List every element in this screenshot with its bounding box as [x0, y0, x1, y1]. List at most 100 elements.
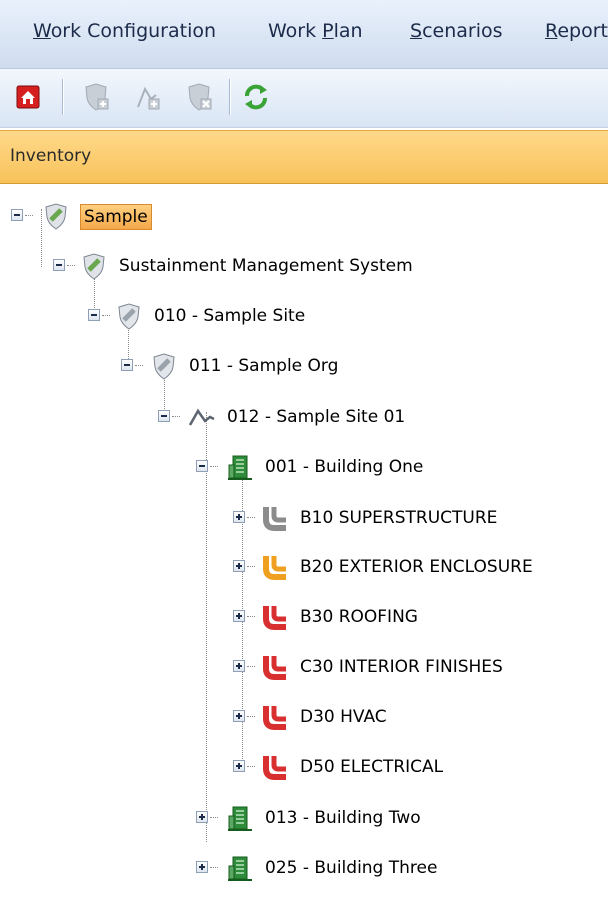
tree-node-012[interactable]: 012 - Sample Site 01	[0, 397, 608, 437]
flag-icon	[188, 408, 215, 426]
collapse-toggle[interactable]	[88, 309, 100, 321]
menu-label-part: lan	[333, 20, 363, 42]
tree-connector	[210, 466, 218, 467]
expand-toggle[interactable]	[233, 610, 245, 622]
tree-node-025[interactable]: 025 - Building Three	[0, 848, 608, 888]
expand-toggle[interactable]	[233, 511, 245, 523]
shield-add-icon	[85, 83, 109, 111]
refresh-icon	[245, 84, 267, 110]
tree-node-label: 012 - Sample Site 01	[227, 407, 406, 427]
tree-node-sample[interactable]: Sample	[0, 196, 608, 236]
tree-connector	[210, 867, 218, 868]
collapse-toggle[interactable]	[121, 359, 133, 371]
tree-node-c30[interactable]: C30 INTERIOR FINISHES	[0, 647, 608, 687]
tree-connector	[247, 766, 255, 767]
panel-title: Inventory	[10, 146, 92, 166]
tree-node-001[interactable]: 001 - Building One	[0, 447, 608, 487]
tree-node-label: Sustainment Management System	[119, 256, 413, 276]
refresh-button[interactable]	[240, 81, 272, 113]
collapse-toggle[interactable]	[11, 209, 23, 221]
menu-scenarios[interactable]: Scenarios	[410, 20, 503, 42]
expand-toggle[interactable]	[233, 710, 245, 722]
tree-node-label: B10 SUPERSTRUCTURE	[300, 508, 498, 528]
expand-toggle[interactable]	[196, 811, 208, 823]
inventory-panel-header: Inventory	[0, 130, 608, 184]
shield-gray-icon	[153, 353, 175, 380]
menu-bar: Work Configuration Work Plan Scenarios R…	[0, 0, 608, 69]
tree-node-d50[interactable]: D50 ELECTRICAL	[0, 747, 608, 787]
tree-node-label: D30 HVAC	[300, 707, 387, 727]
shield-gray-icon	[118, 303, 140, 330]
toolbar-separator	[229, 79, 230, 115]
menu-label-part: cenarios	[422, 20, 503, 42]
tree-node-label: B20 EXTERIOR ENCLOSURE	[300, 557, 533, 577]
menu-accelerator: W	[33, 20, 51, 42]
tree-node-011[interactable]: 011 - Sample Org	[0, 346, 608, 386]
tree-node-label: C30 INTERIOR FINISHES	[300, 657, 503, 677]
pipe-red-icon	[263, 706, 286, 730]
shield-icon	[45, 203, 67, 230]
collapse-toggle[interactable]	[158, 410, 170, 422]
menu-reports[interactable]: Report	[545, 20, 608, 42]
shield-delete-icon	[188, 83, 212, 111]
menu-work-plan[interactable]: Work Plan	[268, 20, 363, 42]
menu-work-configuration[interactable]: Work Configuration	[33, 20, 216, 42]
tree-node-label: 013 - Building Two	[265, 808, 421, 828]
tree-node-013[interactable]: 013 - Building Two	[0, 798, 608, 838]
tree-connector	[172, 416, 180, 417]
add-site-button[interactable]	[132, 81, 164, 113]
tree-node-label: Sample	[80, 204, 152, 230]
add-shield-button[interactable]	[80, 81, 112, 113]
expand-toggle[interactable]	[233, 760, 245, 772]
tree-connector	[102, 315, 110, 316]
tree-node-b30[interactable]: B30 ROOFING	[0, 597, 608, 637]
tree-node-010[interactable]: 010 - Sample Site	[0, 296, 608, 336]
tree-node-b20[interactable]: B20 EXTERIOR ENCLOSURE	[0, 547, 608, 587]
home-icon	[16, 85, 40, 109]
menu-label-part: eport	[557, 20, 608, 42]
inventory-tree: Sample Sustainment Management System 010…	[0, 184, 608, 901]
building-icon	[228, 455, 252, 480]
tree-connector	[247, 666, 255, 667]
tree-node-label: 010 - Sample Site	[154, 306, 306, 326]
pipe-orange-icon	[263, 556, 286, 580]
delete-shield-button[interactable]	[183, 81, 215, 113]
tree-connector	[247, 517, 255, 518]
tree-node-label: 001 - Building One	[265, 457, 424, 477]
pipe-gray-icon	[263, 507, 286, 531]
expand-toggle[interactable]	[196, 861, 208, 873]
collapse-toggle[interactable]	[196, 460, 208, 472]
tree-connector	[247, 566, 255, 567]
tree-node-label: 025 - Building Three	[265, 858, 438, 878]
tree-connector	[210, 817, 218, 818]
tree-node-sms[interactable]: Sustainment Management System	[0, 246, 608, 286]
menu-accelerator: P	[322, 20, 334, 42]
tree-node-d30[interactable]: D30 HVAC	[0, 697, 608, 737]
tree-node-label: 011 - Sample Org	[189, 356, 339, 376]
toolbar-separator	[62, 79, 63, 115]
tree-connector	[25, 215, 33, 216]
shield-icon	[83, 253, 105, 280]
collapse-toggle[interactable]	[53, 259, 65, 271]
tree-connector	[135, 365, 143, 366]
menu-label-part: Work	[268, 20, 323, 42]
menu-accelerator: R	[545, 20, 558, 42]
tree-connector	[67, 265, 75, 266]
building-icon	[228, 856, 252, 881]
tree-connector	[247, 616, 255, 617]
tree-node-b10[interactable]: B10 SUPERSTRUCTURE	[0, 498, 608, 538]
pipe-red-icon	[263, 756, 286, 780]
tree-connector	[247, 716, 255, 717]
menu-accelerator: S	[410, 20, 423, 42]
pipe-red-icon	[263, 606, 286, 630]
tree-node-label: B30 ROOFING	[300, 607, 418, 627]
building-icon	[228, 806, 252, 831]
home-button[interactable]	[12, 81, 44, 113]
flag-add-icon	[137, 86, 160, 110]
expand-toggle[interactable]	[233, 560, 245, 572]
tree-node-label: D50 ELECTRICAL	[300, 757, 444, 777]
expand-toggle[interactable]	[233, 660, 245, 672]
toolbar	[0, 69, 608, 128]
menu-label-part: ork Configuration	[50, 20, 217, 42]
pipe-red-icon	[263, 656, 286, 680]
